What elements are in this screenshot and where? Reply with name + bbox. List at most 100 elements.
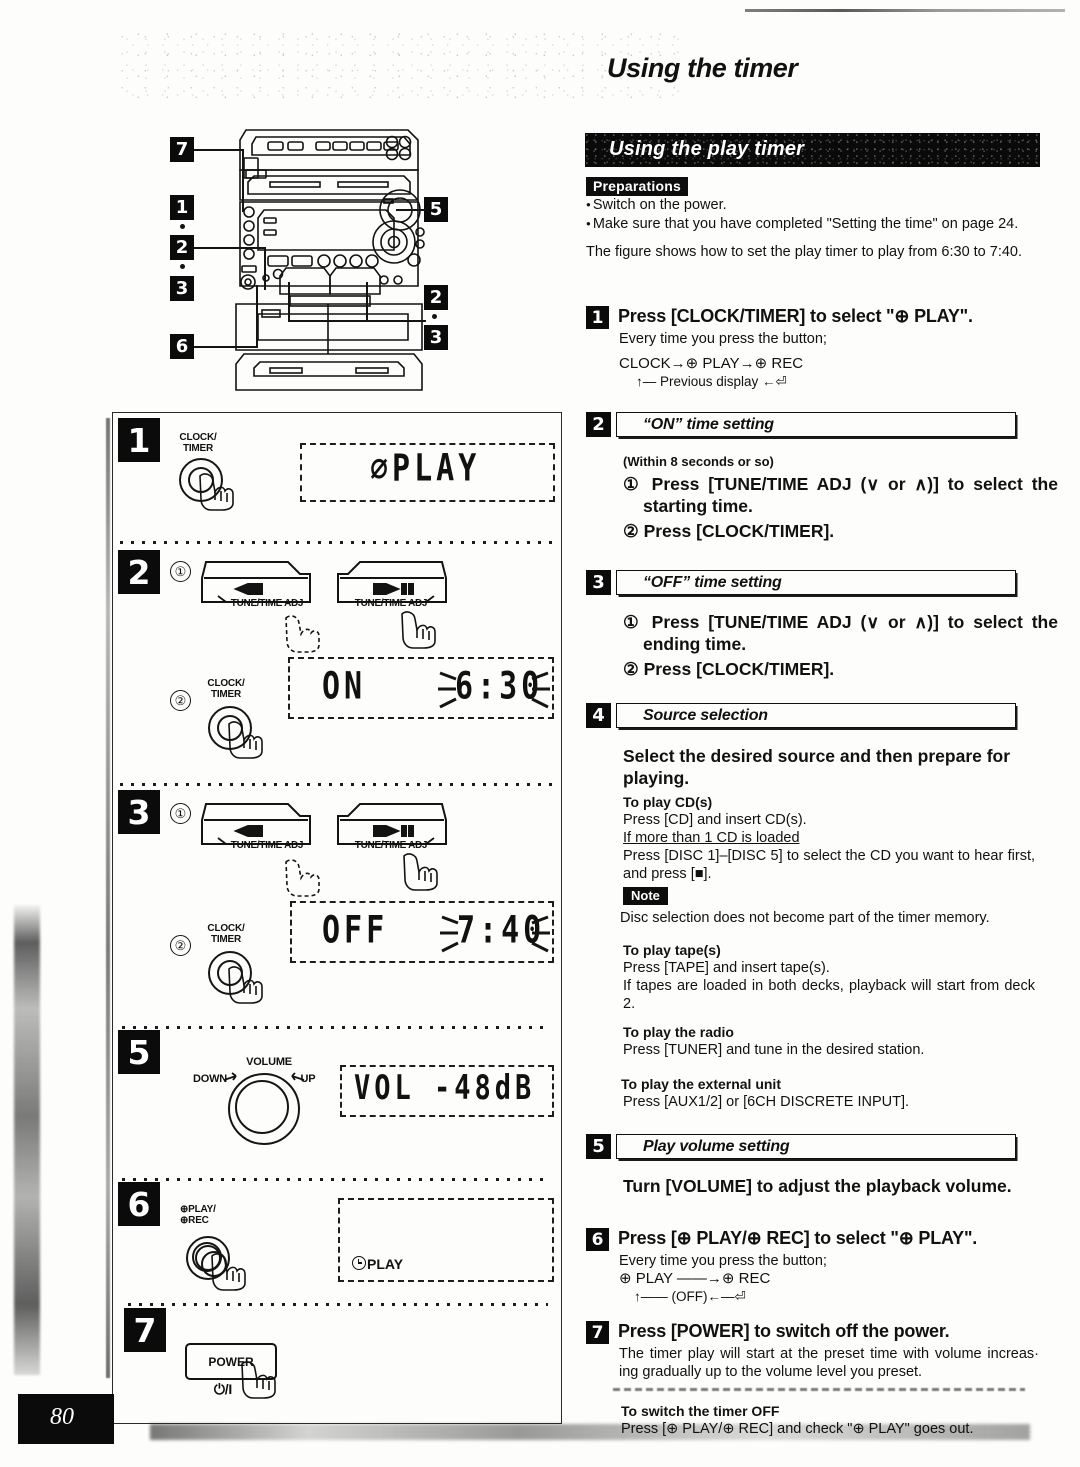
unit-callout-2: 2: [170, 235, 194, 260]
step-1-flow-line-1: CLOCK→⊕ PLAY→⊕ REC: [619, 355, 804, 372]
step-3-item-2: ② Press [CLOCK/TIMER].: [623, 658, 1038, 680]
note-text: Disc selection does not become part of t…: [620, 910, 990, 926]
preparation-item: Make sure that you have completed "Setti…: [586, 215, 1046, 234]
unit-callout-3b: 3: [424, 325, 448, 350]
unit-callout-6: 6: [170, 334, 194, 359]
cd-group-after: Press [DISC 1]–[DISC 5] to select the CD…: [623, 848, 1035, 882]
preparation-item: Switch on the power.: [586, 196, 1046, 215]
callout-leader-23h: [194, 247, 266, 249]
step-3-item-1: ① Press [TUNE/TIME ADJ (∨ or ∧)] to sele…: [623, 611, 1058, 655]
display-step-5-left: VOL: [354, 1069, 415, 1108]
tape-group-heading: To play tape(s): [623, 942, 721, 958]
step-3-item-2-text: Press [CLOCK/TIMER].: [643, 659, 835, 679]
page-number: 80: [50, 1404, 74, 1430]
scan-edge-artifact-top: [745, 9, 1065, 12]
footer-heading: To switch the timer OFF: [621, 1403, 780, 1419]
step-4-lead-text: Select the desired source and then prepa…: [623, 746, 1011, 788]
radio-group-line-1: Press [TUNER] and tune in the desired st…: [623, 1042, 925, 1058]
figure-step-1-number: 1: [118, 418, 160, 462]
volume-knob-title: VOLUME: [246, 1056, 292, 1068]
manual-page: Using the timer Using the play timer Pre…: [0, 0, 1080, 1467]
footer-text: Press [⊕ PLAY/⊕ REC] and check "⊕ PLAY" …: [621, 1421, 974, 1437]
tune-time-adj-down-key-label-2: TUNE/TIME ADJ: [230, 598, 304, 609]
clock-icon-display-6: [352, 1256, 366, 1270]
pressing-hand-icon-3b: [400, 852, 444, 892]
circled-one-marker: ①: [623, 612, 643, 632]
step-5-heading: 5 Play volume setting: [586, 1134, 1016, 1159]
figure-step-5-number: 5: [118, 1030, 160, 1074]
step-5-label-box: Play volume setting: [616, 1134, 1016, 1159]
flash-marks-right-3: [531, 915, 550, 953]
step-6-heading: 6 Press [⊕ PLAY/⊕ REC] to select "⊕ PLAY…: [586, 1228, 1038, 1251]
section-divider-rule: [613, 1388, 1025, 1391]
figure-step-6-number: 6: [118, 1182, 160, 1226]
step-1-number: 1: [586, 306, 609, 329]
figure-separator-3: [122, 1026, 550, 1029]
tune-time-adj-up-key-label-3: TUNE/TIME ADJ: [354, 840, 428, 851]
figure-step-2-number: 2: [118, 550, 160, 594]
intro-paragraph: The figure shows how to set the play tim…: [586, 244, 1023, 260]
step-2-item-2: ② Press [CLOCK/TIMER].: [623, 520, 1038, 542]
callout-leader-5: [396, 209, 426, 211]
external-group-heading: To play the external unit: [621, 1076, 781, 1092]
pressing-hand-icon-1: [196, 472, 240, 512]
step-7-title: Press [POWER] to switch off the power.: [618, 1321, 950, 1341]
tune-time-adj-up-key-3[interactable]: TUNE/TIME ADJ: [330, 800, 448, 856]
pressing-hand-icon-2a: [282, 614, 326, 654]
figure-step-2-marker-1: ①: [170, 561, 191, 582]
circled-two-marker: ②: [623, 521, 639, 541]
step-7-number: 7: [586, 1321, 609, 1344]
stereo-system-drawing: [235, 129, 425, 391]
display-step-1: ⌀PLAY: [300, 443, 555, 502]
step-5-number: 5: [586, 1134, 611, 1159]
step-1-title: Press [CLOCK/TIMER] to select "⊕ PLAY".: [618, 306, 973, 326]
step-7-heading: 7 Press [POWER] to switch off the power.: [586, 1321, 1038, 1344]
callout-leader-23v: [264, 247, 266, 290]
clock-timer-button-label-2: CLOCK/TIMER: [207, 678, 245, 700]
figure-separator-6: [128, 1303, 548, 1306]
figure-separator-5: [122, 1178, 550, 1181]
clock-timer-button-label-1: CLOCK/TIMER: [179, 432, 217, 454]
preparations-list: Switch on the power. Make sure that you …: [586, 196, 1046, 233]
tune-time-adj-up-key-label-2: TUNE/TIME ADJ: [354, 598, 428, 609]
volume-rotation-arrows: [223, 1072, 305, 1081]
callout-leader-7h: [194, 149, 244, 151]
callout-leader-23bv: [288, 282, 290, 322]
flash-marks-right-2: [531, 671, 550, 709]
unit-callout-3: 3: [170, 276, 194, 301]
display-step-3: OFF 7:40: [290, 901, 554, 963]
unit-callout-7: 7: [170, 137, 194, 162]
external-group-line-1: Press [AUX1/2] or [6CH DISCRETE INPUT].: [623, 1094, 910, 1110]
step-6-subtext: Every time you press the button;: [619, 1253, 827, 1269]
circled-one-marker: ①: [623, 474, 643, 494]
step-6-flow-line-2: ↑—— (OFF)←—⏎: [634, 1289, 746, 1304]
circled-two-marker: ②: [623, 659, 639, 679]
step-5-lead-text: Turn [VOLUME] to adjust the playback vol…: [623, 1176, 1012, 1196]
display-step-6-text: PLAY: [352, 1256, 403, 1272]
step-2-label: “ON” time setting: [643, 415, 774, 433]
scan-speckle-artifact: [120, 30, 680, 100]
step-6-title: Press [⊕ PLAY/⊕ REC] to select "⊕ PLAY".: [618, 1228, 978, 1248]
cd-group-underlined: If more than 1 CD is loaded: [623, 830, 800, 846]
tune-time-adj-up-key-2[interactable]: TUNE/TIME ADJ: [330, 558, 448, 614]
figure-separator-1: [120, 541, 552, 544]
cd-group-line-1: Press [CD] and insert CD(s).: [623, 812, 807, 828]
step-2-item-2-text: Press [CLOCK/TIMER].: [643, 521, 835, 541]
display-step-6: PLAY: [338, 1198, 554, 1282]
display-step-5-right: -48dB: [434, 1069, 536, 1108]
display-step-2: ON 6:30: [288, 657, 554, 719]
step-2-heading: 2 “ON” time setting: [586, 412, 1016, 437]
step-4-number: 4: [586, 703, 611, 728]
step-2-number: 2: [586, 412, 611, 437]
tape-group-line-1: Press [TAPE] and insert tape(s).: [623, 960, 830, 976]
tune-time-adj-down-key-2[interactable]: TUNE/TIME ADJ: [200, 558, 318, 614]
display-step-3-left: OFF: [322, 908, 389, 953]
step-5-label: Play volume setting: [643, 1137, 790, 1155]
section-band-label: Using the play timer: [609, 138, 805, 160]
preparations-tag: Preparations: [586, 177, 688, 196]
step-4-label-box: Source selection: [616, 703, 1016, 728]
cd-group-heading: To play CD(s): [623, 794, 713, 810]
step-4-heading: 4 Source selection: [586, 703, 1016, 728]
pressing-hand-icon-7: [238, 1360, 282, 1400]
tune-time-adj-down-key-3[interactable]: TUNE/TIME ADJ: [200, 800, 318, 856]
